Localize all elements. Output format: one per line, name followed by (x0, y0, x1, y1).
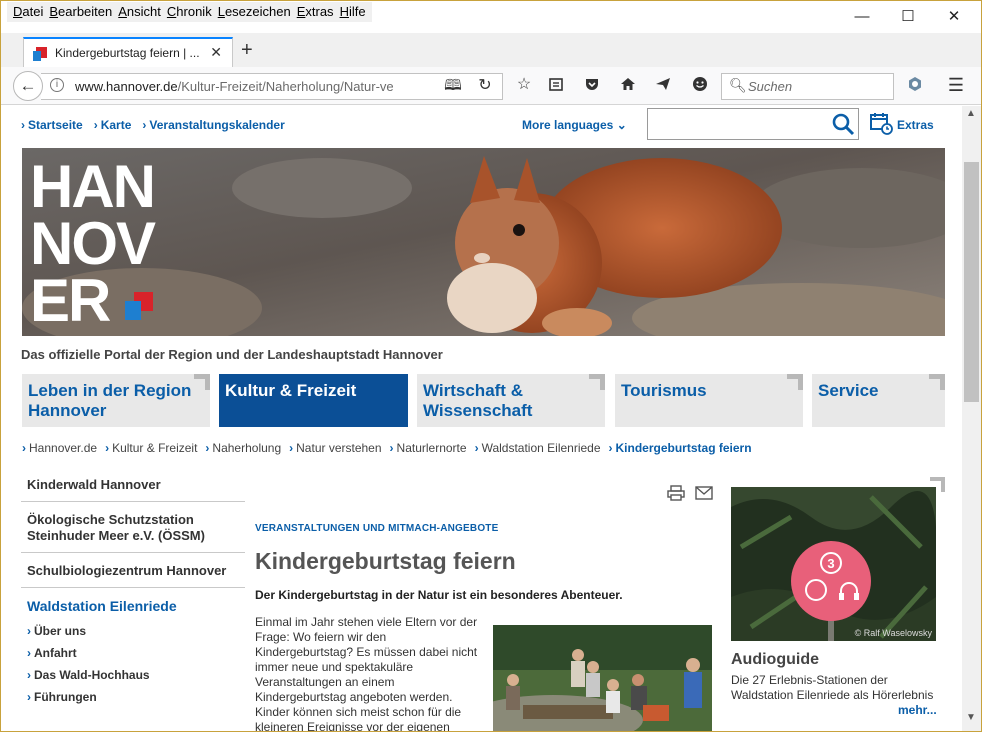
nav-service[interactable]: Service (812, 374, 945, 427)
teaser-text: Die 27 Erlebnis-Stationen der Waldstatio… (731, 673, 934, 702)
page-title: Kindergeburtstag feiern (255, 548, 516, 574)
sidebar-subitem[interactable]: › Über uns (21, 620, 245, 642)
url-text[interactable]: www.hannover.de/Kultur-Freizeit/Naherhol… (75, 79, 435, 94)
search-icon: 🔍︎ (729, 77, 747, 93)
article-overline: VERANSTALTUNGEN UND MITMACH-ANGEBOTE (255, 523, 499, 534)
breadcrumb-item[interactable]: › Kultur & Freizeit (105, 441, 197, 455)
email-icon[interactable] (695, 485, 714, 501)
tab-strip: Kindergeburtstag feiern | ... ✕ + (1, 33, 981, 67)
hamburger-menu-icon[interactable]: ☰ (946, 76, 966, 94)
send-tab-icon[interactable] (653, 76, 673, 97)
minimize-button[interactable]: — (839, 5, 885, 29)
menu-datei[interactable]: Datei (10, 2, 46, 22)
squirrel-photo (22, 148, 945, 336)
article-tools (667, 485, 714, 506)
breadcrumb-current: › Kindergeburtstag feiern (608, 441, 752, 455)
reload-icon[interactable]: ↻ (475, 77, 495, 95)
breadcrumb-item[interactable]: › Naturlernorte (390, 441, 467, 455)
bookmark-star-icon[interactable]: ☆ (514, 76, 534, 94)
smiley-feedback-icon[interactable] (690, 76, 710, 97)
chevron-right-icon: › (21, 118, 25, 132)
photo-credit: © Ralf Waselowsky (854, 628, 932, 638)
nav-wirtschaft-wissenschaft[interactable]: Wirtschaft & Wissenschaft (417, 374, 605, 427)
scroll-up-icon[interactable]: ▲ (966, 108, 976, 119)
web-page: › Startseite › Karte › Veranstaltungskalend… (1, 106, 963, 732)
breadcrumb-item[interactable]: › Naherholung (205, 441, 281, 455)
new-tab-button[interactable]: + (241, 39, 253, 62)
menu-bearbeiten[interactable]: Bearbeiten (46, 2, 115, 22)
nav-leben-in-der-region[interactable]: Leben in der Region Hannover (22, 374, 210, 427)
extension-icon[interactable] (905, 76, 925, 97)
hannover-logo-mark-icon (125, 292, 153, 320)
scrollbar-thumb[interactable] (964, 162, 979, 402)
svg-text:3: 3 (827, 556, 834, 571)
pocket-icon[interactable] (582, 76, 602, 97)
vertical-scrollbar[interactable]: ▲ ▼ (962, 106, 981, 731)
reader-view-icon[interactable]: 🕮 (443, 77, 463, 95)
article-lead: Der Kindergeburtstag in der Natur ist ei… (255, 588, 623, 602)
breadcrumb-item[interactable]: › Natur verstehen (289, 441, 381, 455)
breadcrumb: › Hannover.de › Kultur & Freizeit › Naherho… (22, 441, 752, 455)
nav-kultur-freizeit[interactable]: Kultur & Freizeit (219, 374, 408, 427)
search-icon[interactable] (831, 112, 855, 136)
chevron-down-icon: ⌄ (616, 118, 627, 132)
home-icon[interactable] (618, 76, 638, 97)
link-startseite[interactable]: › Startseite (21, 118, 83, 132)
maximize-button[interactable]: ☐ (885, 5, 931, 29)
sidebar-item-schulbiologiezentrum[interactable]: Schulbiologiezentrum Hannover (21, 553, 245, 588)
sidebar-subitem[interactable]: › Anfahrt (21, 642, 245, 664)
sidebar-item-ossm[interactable]: Ökologische Schutzstation Steinhuder Mee… (21, 502, 245, 553)
menu-lesezeichen[interactable]: Lesezeichen (215, 2, 294, 22)
browser-search-field[interactable]: 🔍︎ Suchen (721, 73, 894, 100)
sidebar-nav: Kinderwald Hannover Ökologische Schutzst… (21, 471, 245, 708)
search-placeholder: Suchen (748, 79, 793, 94)
url-bar[interactable]: i www.hannover.de/Kultur-Freizeit/Naherh… (41, 73, 503, 100)
more-link[interactable]: mehr... (898, 703, 937, 717)
close-window-button[interactable]: ✕ (931, 5, 977, 29)
children-in-forest-photo (493, 625, 712, 731)
back-button[interactable]: ← (13, 71, 43, 101)
sidebar-subitem[interactable]: › Das Wald-Hochhaus (21, 664, 245, 686)
tab-title: Kindergeburtstag feiern | ... (55, 46, 200, 60)
menu-ansicht[interactable]: Ansicht (115, 2, 164, 22)
hannover-favicon-icon (33, 47, 47, 61)
hero-banner: HAN NOV ER (22, 148, 945, 336)
portal-tagline: Das offizielle Portal der Region und der… (21, 347, 443, 362)
nav-tourismus[interactable]: Tourismus (615, 374, 803, 427)
menubar: Datei Bearbeiten Ansicht Chronik Lesezei… (1, 1, 981, 33)
site-search-input[interactable] (647, 108, 859, 140)
navigation-toolbar: i www.hannover.de/Kultur-Freizeit/Naherh… (1, 67, 981, 105)
top-links: › Startseite › Karte › Veranstaltungskalend… (21, 118, 285, 132)
breadcrumb-item[interactable]: › Waldstation Eilenriede (475, 441, 601, 455)
link-karte[interactable]: › Karte (94, 118, 132, 132)
sidebar-subitem[interactable]: › Führungen (21, 686, 245, 708)
tab-close-icon[interactable]: ✕ (210, 44, 222, 61)
extras-link[interactable]: Extras (869, 111, 934, 140)
tab-active[interactable]: Kindergeburtstag feiern | ... ✕ (23, 37, 233, 67)
menu-hilfe[interactable]: Hilfe (337, 2, 369, 22)
chevron-right-icon: › (142, 118, 147, 132)
scroll-down-icon[interactable]: ▼ (966, 712, 976, 723)
calendar-icon (870, 113, 893, 135)
breadcrumb-item[interactable]: › Hannover.de (22, 441, 97, 455)
article-body: Einmal im Jahr stehen viele Eltern vor d… (255, 615, 478, 732)
menu-chronik[interactable]: Chronik (164, 2, 215, 22)
print-icon[interactable] (667, 485, 685, 501)
browser-window: Datei Bearbeiten Ansicht Chronik Lesezei… (0, 0, 982, 732)
menu-list: Datei Bearbeiten Ansicht Chronik Lesezei… (7, 2, 372, 22)
audioguide-photo: 3 © Ralf Waselowsky (731, 487, 936, 641)
teaser-title[interactable]: Audioguide (731, 651, 819, 669)
sidebar-section-waldstation[interactable]: Waldstation Eilenriede (21, 588, 245, 620)
menu-extras[interactable]: Extras (294, 2, 337, 22)
chevron-right-icon: › (93, 118, 98, 132)
more-languages-dropdown[interactable]: More languages ⌄ (522, 118, 627, 132)
info-icon[interactable]: i (50, 78, 64, 92)
link-veranstaltungskalender[interactable]: › Veranstaltungskalender (142, 118, 284, 132)
bookmarks-library-icon[interactable] (546, 76, 566, 97)
sidebar-item-kinderwald[interactable]: Kinderwald Hannover (21, 471, 245, 502)
